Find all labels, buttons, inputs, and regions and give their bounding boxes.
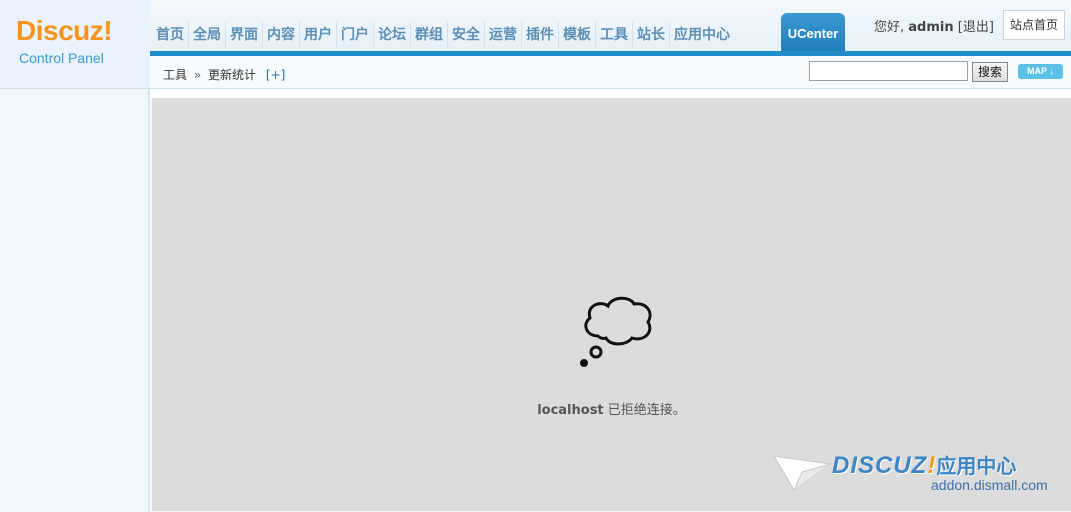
map-label: MAP: [1027, 66, 1047, 76]
site-home-button[interactable]: 站点首页: [1003, 10, 1065, 40]
frame-top-border: [150, 89, 1071, 98]
error-text: 已拒绝连接。: [607, 403, 686, 418]
watermark-logo-text: DISCUZ: [832, 452, 928, 479]
user-area: 您好, admin [退出]: [874, 16, 994, 35]
sub-toolbar: 工具 » 更新统计 [+] 搜索 MAP ↓: [150, 56, 1071, 89]
nav-item-templates[interactable]: 模板: [559, 22, 596, 48]
breadcrumb: 工具 » 更新统计 [+]: [163, 66, 285, 83]
nav-item-content[interactable]: 内容: [263, 22, 300, 48]
nav-item-plugins[interactable]: 插件: [522, 22, 559, 48]
nav-item-home[interactable]: 首页: [152, 22, 189, 48]
watermark-url: addon.dismall.com: [931, 477, 1048, 493]
greeting-text: 您好,: [874, 20, 905, 35]
error-host: localhost: [537, 403, 604, 418]
breadcrumb-page: 更新统计: [208, 68, 257, 82]
arrow-down-icon: ↓: [1049, 66, 1054, 76]
nav-item-interface[interactable]: 界面: [226, 22, 263, 48]
username: admin: [908, 20, 954, 35]
nav-item-portal[interactable]: 门户: [337, 22, 374, 48]
nav-item-webmaster[interactable]: 站长: [633, 22, 670, 48]
breadcrumb-section[interactable]: 工具: [163, 68, 187, 82]
nav-item-groups[interactable]: 群组: [411, 22, 448, 48]
nav-item-users[interactable]: 用户: [300, 22, 337, 48]
nav-item-forum[interactable]: 论坛: [374, 22, 411, 48]
main-nav: 首页 全局 界面 内容 用户 门户 论坛 群组 安全 运营 插件 模板 工具 站…: [152, 22, 734, 48]
watermark-bang: !: [927, 452, 937, 479]
nav-item-operations[interactable]: 运营: [485, 22, 522, 48]
tab-ucenter[interactable]: UCenter: [781, 13, 845, 53]
content-frame: localhost 已拒绝连接。 DISCUZ!应用中心 addon.disma…: [152, 98, 1071, 511]
paper-plane-icon: [773, 455, 832, 491]
watermark-cn: 应用中心: [936, 456, 1017, 478]
search-button[interactable]: 搜索: [972, 62, 1008, 82]
watermark-logo: DISCUZ!应用中心: [832, 450, 1016, 480]
logo-subtitle: Control Panel: [19, 50, 104, 66]
thought-bubble-icon: [580, 296, 652, 367]
add-shortcut-link[interactable]: [+]: [266, 68, 285, 82]
nav-item-app-center[interactable]: 应用中心: [670, 22, 734, 48]
map-button[interactable]: MAP ↓: [1018, 64, 1063, 79]
discuz-logo[interactable]: Discuz! Control Panel: [0, 0, 150, 88]
sidebar: [0, 88, 150, 512]
error-message: localhost 已拒绝连接。: [152, 399, 1071, 418]
logout-link[interactable]: [退出]: [958, 20, 994, 35]
nav-item-global[interactable]: 全局: [189, 22, 226, 48]
search-input[interactable]: [809, 61, 968, 81]
nav-item-tools[interactable]: 工具: [596, 22, 633, 48]
breadcrumb-separator: »: [193, 68, 202, 82]
nav-item-security[interactable]: 安全: [448, 22, 485, 48]
logo-text: Discuz!: [16, 15, 113, 46]
